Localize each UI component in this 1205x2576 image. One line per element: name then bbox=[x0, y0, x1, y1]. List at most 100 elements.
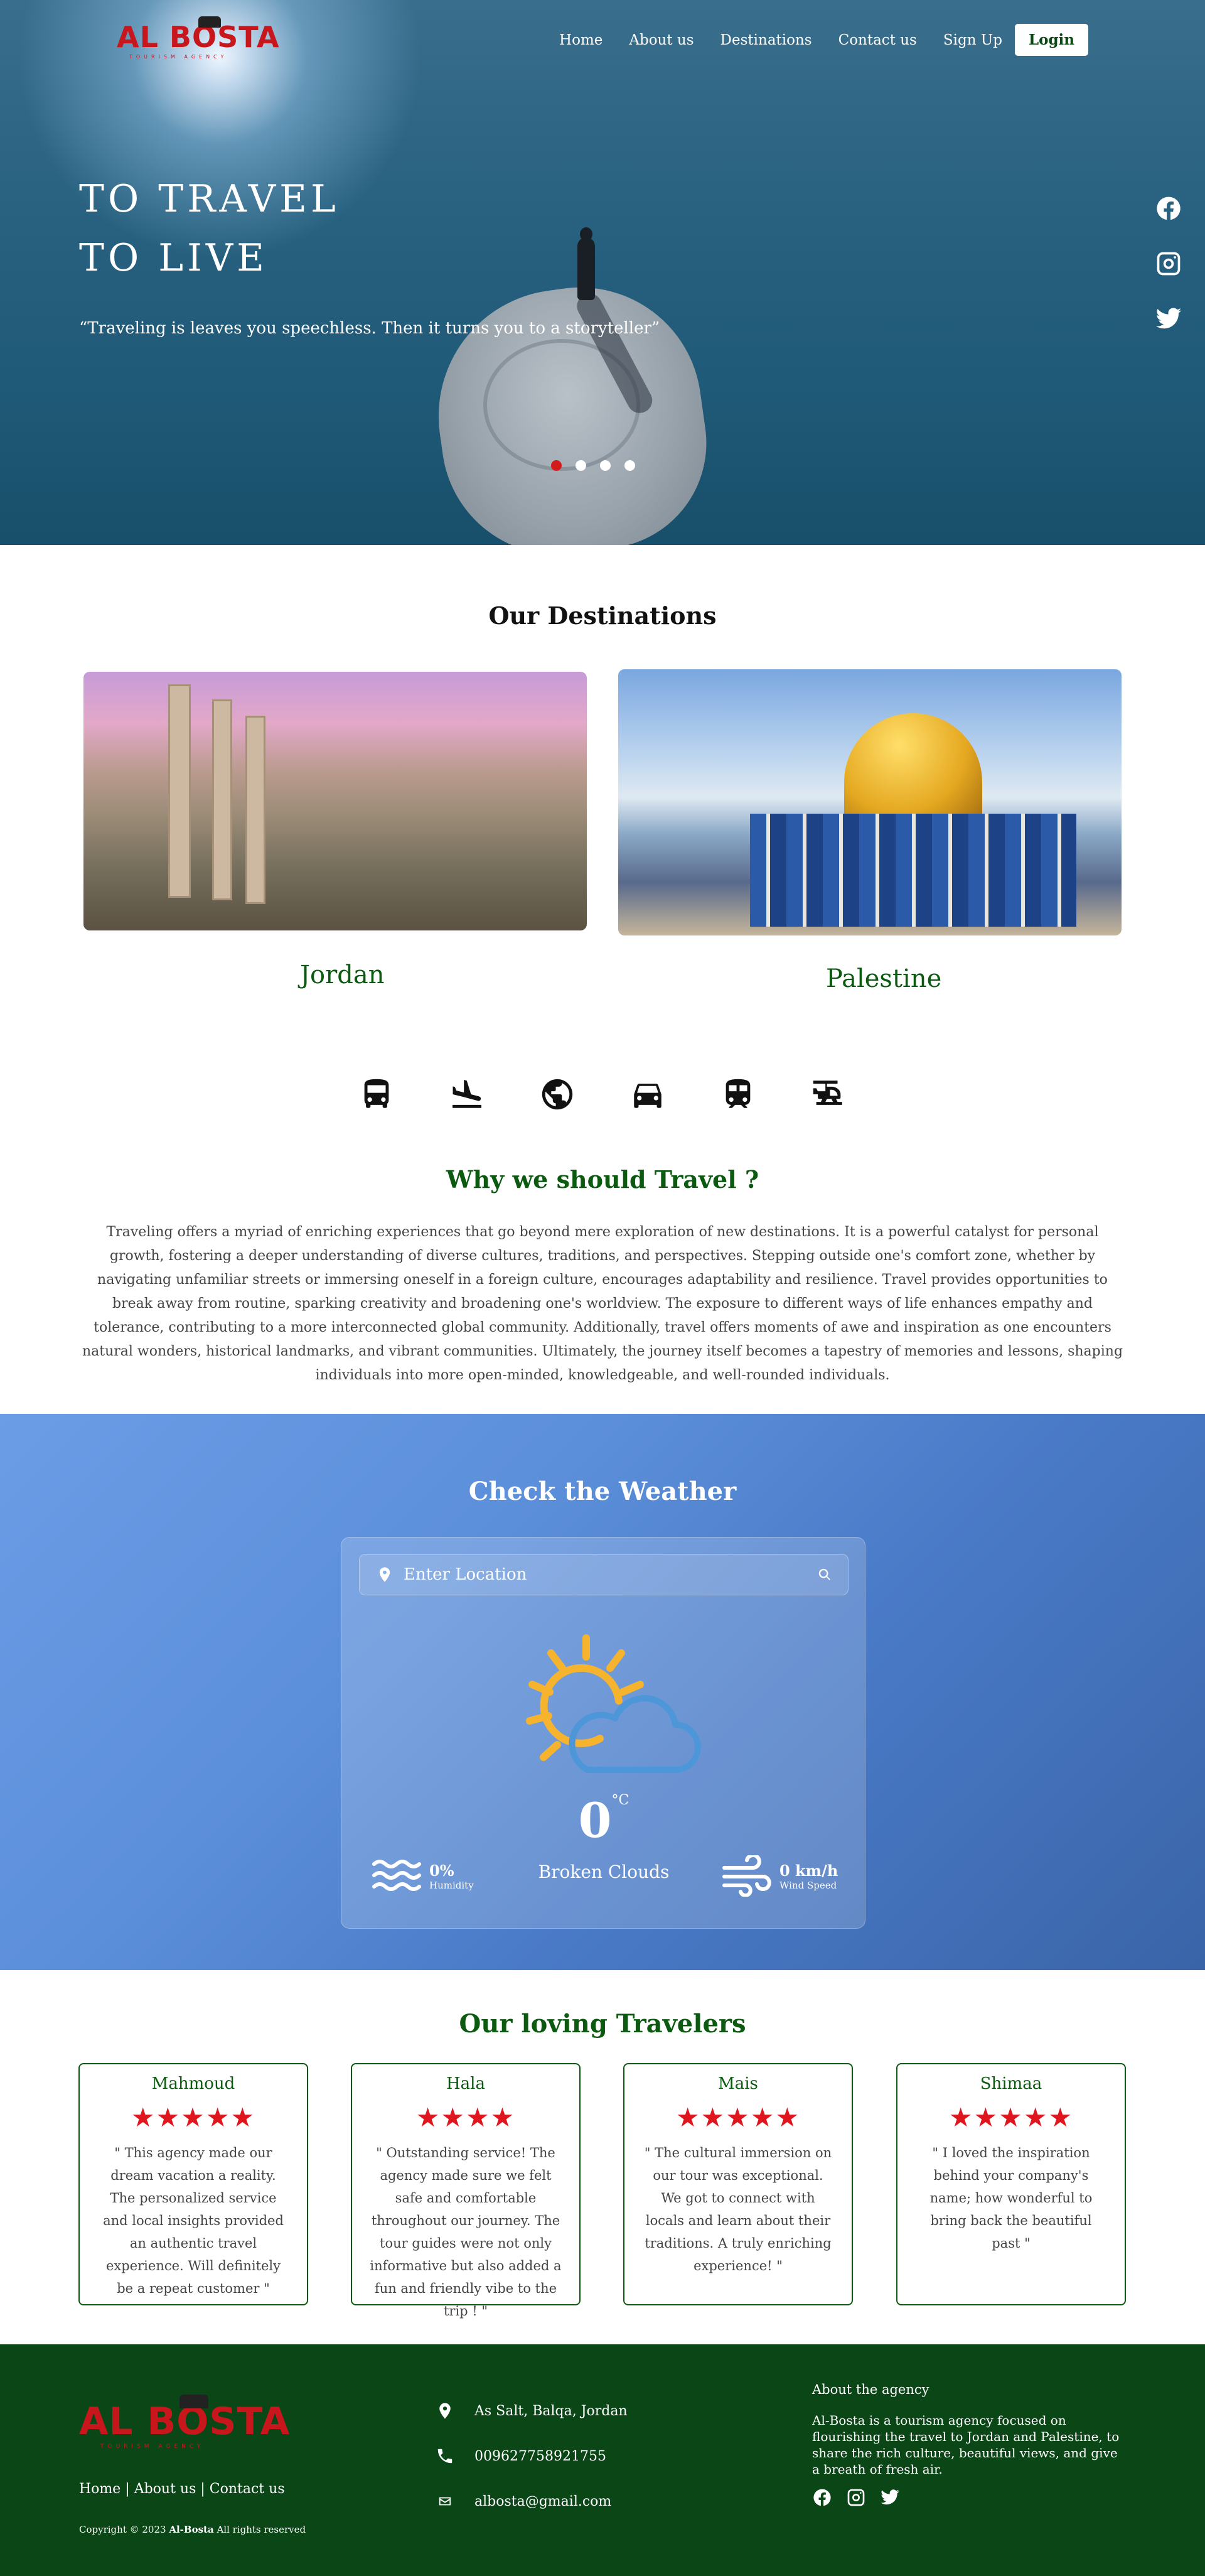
nav-home[interactable]: Home bbox=[559, 32, 602, 48]
review-name: Mahmoud bbox=[151, 2074, 235, 2093]
twitter-icon[interactable] bbox=[1155, 305, 1182, 333]
humidity-waves-icon bbox=[372, 1860, 421, 1891]
about-text: Al-Bosta is a tourism agency focused on … bbox=[812, 2413, 1120, 2477]
weather-section: Check the Weather 0°C Broken Clouds bbox=[0, 1414, 1205, 1970]
hero-title-line1: TO TRAVEL bbox=[79, 177, 340, 221]
review-text: " I loved the inspiration behind your co… bbox=[929, 2145, 1093, 2251]
footer-email[interactable]: albosta@gmail.com bbox=[474, 2494, 611, 2509]
facebook-icon[interactable] bbox=[812, 2487, 832, 2508]
review-stars: ★★★★ bbox=[415, 2102, 516, 2133]
main-nav: Home About us Destinations Contact us Si… bbox=[559, 24, 1088, 56]
dome-image bbox=[844, 713, 982, 820]
carousel-dot-1[interactable] bbox=[551, 460, 562, 471]
car-icon bbox=[634, 1084, 661, 1108]
location-pin-icon bbox=[439, 2403, 451, 2419]
footer-phone[interactable]: 009627758921755 bbox=[474, 2449, 606, 2464]
review-text: " This agency made our dream vacation a … bbox=[103, 2145, 284, 2296]
bus-icon bbox=[364, 1079, 389, 1108]
weather-card: 0°C Broken Clouds 0% Humidity 0 km/h Wi bbox=[341, 1537, 865, 1929]
dome-base-image bbox=[750, 814, 1076, 927]
nav-destinations[interactable]: Destinations bbox=[720, 32, 812, 48]
carousel-dot-3[interactable] bbox=[600, 460, 611, 471]
footer-logo[interactable]: AL BOSTA TOURISM AGENCY bbox=[79, 2395, 290, 2450]
review-stars: ★★★★★ bbox=[948, 2102, 1074, 2133]
location-input[interactable] bbox=[404, 1565, 818, 1584]
review-name: Mais bbox=[718, 2074, 758, 2093]
hero-social-links bbox=[1155, 195, 1182, 333]
review-name: Shimaa bbox=[980, 2074, 1042, 2093]
weather-title: Check the Weather bbox=[468, 1477, 737, 1506]
hero-title-line2: TO LIVE bbox=[79, 236, 268, 280]
twitter-icon[interactable] bbox=[880, 2487, 900, 2508]
copyright-prefix: Copyright © 2023 bbox=[79, 2524, 169, 2535]
footer-logo-bus-icon bbox=[179, 2395, 208, 2408]
brand-logo[interactable]: AL BOSTA TOURISM AGENCY bbox=[117, 16, 280, 60]
footer-social-links bbox=[812, 2487, 1126, 2508]
wind-block: 0 km/h Wind Speed bbox=[722, 1855, 838, 1897]
review-stars: ★★★★★ bbox=[675, 2102, 801, 2133]
weather-temperature: 0°C bbox=[341, 1792, 866, 1848]
nav-contact[interactable]: Contact us bbox=[838, 32, 917, 48]
column-1 bbox=[168, 684, 191, 898]
footer-links[interactable]: Home | About us | Contact us bbox=[79, 2481, 285, 2497]
destination-jordan-label[interactable]: Jordan bbox=[300, 961, 384, 989]
wind-icon bbox=[722, 1855, 771, 1897]
footer-copyright: Copyright © 2023 Al-Bosta All rights res… bbox=[79, 2524, 306, 2535]
why-travel-text: Traveling offers a myriad of enriching e… bbox=[82, 1224, 1123, 1383]
carousel-dot-4[interactable] bbox=[624, 460, 635, 471]
transport-icons bbox=[0, 1076, 1205, 1113]
review-card: Shimaa ★★★★★ " I loved the inspiration b… bbox=[896, 2063, 1126, 2305]
column-3 bbox=[245, 716, 265, 904]
login-button[interactable]: Login bbox=[1014, 24, 1088, 56]
about-title: About the agency bbox=[812, 2382, 929, 2397]
footer-contact: As Salt, Balqa, Jordan 009627758921755 a… bbox=[436, 2388, 628, 2524]
hero-quote: “Traveling is leaves you speechless. The… bbox=[79, 319, 660, 338]
review-card: Mais ★★★★★ " The cultural immersion on o… bbox=[623, 2063, 853, 2305]
humidity-label: Humidity bbox=[429, 1879, 474, 1891]
humidity-value: 0% bbox=[429, 1861, 454, 1880]
nav-about[interactable]: About us bbox=[629, 32, 694, 48]
footer-email-row: albosta@gmail.com bbox=[436, 2479, 628, 2524]
train-icon bbox=[726, 1079, 751, 1108]
wind-label: Wind Speed bbox=[779, 1879, 837, 1891]
review-text: " The cultural immersion on our tour was… bbox=[644, 2145, 832, 2273]
hero-title: TO TRAVEL TO LIVE bbox=[79, 170, 340, 288]
search-icon[interactable] bbox=[818, 1568, 832, 1582]
temperature-unit: °C bbox=[611, 1792, 629, 1808]
footer-address-row: As Salt, Balqa, Jordan bbox=[436, 2388, 628, 2433]
location-pin-icon bbox=[379, 1567, 390, 1582]
footer-address: As Salt, Balqa, Jordan bbox=[474, 2403, 628, 2419]
weather-search-bar bbox=[359, 1554, 849, 1595]
destinations-title: Our Destinations bbox=[488, 601, 717, 630]
facebook-icon[interactable] bbox=[1155, 195, 1182, 222]
copyright-brand: Al-Bosta bbox=[169, 2524, 214, 2535]
wind-value: 0 km/h bbox=[779, 1861, 838, 1880]
destination-palestine-image[interactable] bbox=[618, 669, 1122, 935]
footer-phone-row: 009627758921755 bbox=[436, 2433, 628, 2479]
plane-landing-icon bbox=[453, 1080, 481, 1108]
footer-brand-tagline: TOURISM AGENCY bbox=[100, 2444, 205, 2450]
logo-bus-icon bbox=[198, 16, 221, 28]
copyright-suffix: All rights reserved bbox=[213, 2524, 306, 2535]
review-stars: ★★★★★ bbox=[131, 2102, 256, 2133]
humidity-block: 0% Humidity bbox=[372, 1855, 474, 1897]
review-card: Mahmoud ★★★★★ " This agency made our dre… bbox=[78, 2063, 308, 2305]
site-footer: AL BOSTA TOURISM AGENCY Home | About us … bbox=[0, 2344, 1205, 2576]
hero-section: AL BOSTA TOURISM AGENCY Home About us De… bbox=[0, 0, 1205, 545]
carousel-dots bbox=[551, 460, 635, 471]
nav-signup[interactable]: Sign Up bbox=[943, 32, 1002, 48]
destination-palestine-label[interactable]: Palestine bbox=[826, 964, 941, 993]
review-name: Hala bbox=[446, 2074, 485, 2093]
instagram-icon[interactable] bbox=[846, 2487, 866, 2508]
review-text: " Outstanding service! The agency made s… bbox=[370, 2145, 562, 2319]
hero-person bbox=[577, 237, 595, 300]
sun-cloud-icon bbox=[526, 1634, 701, 1773]
brand-tagline: TOURISM AGENCY bbox=[129, 54, 228, 60]
column-2 bbox=[212, 699, 232, 900]
instagram-icon[interactable] bbox=[1155, 250, 1182, 278]
destination-jordan-image[interactable] bbox=[83, 672, 587, 930]
carousel-dot-2[interactable] bbox=[576, 460, 586, 471]
footer-about: About the agency Al-Bosta is a tourism a… bbox=[812, 2382, 1126, 2508]
globe-icon bbox=[542, 1079, 573, 1110]
phone-icon bbox=[437, 2449, 453, 2464]
